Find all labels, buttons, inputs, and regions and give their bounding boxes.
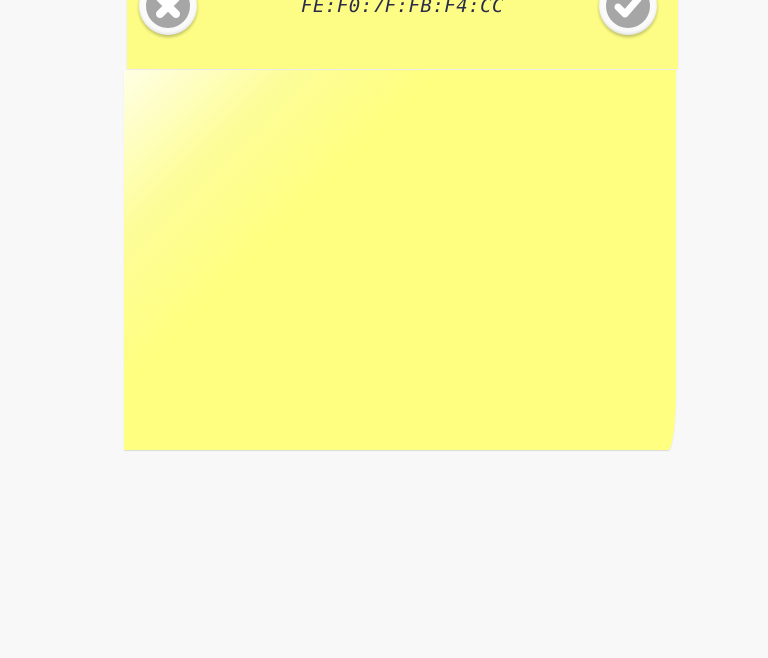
note-text-area[interactable] bbox=[124, 70, 676, 450]
note-header: FE:F0:7F:FB:F4:CC bbox=[127, 0, 678, 69]
note-title: FE:F0:7F:FB:F4:CC bbox=[301, 0, 504, 17]
note-body bbox=[124, 70, 676, 450]
sticky-note-editor: FE:F0:7F:FB:F4:CC bbox=[0, 0, 768, 658]
checkmark-icon bbox=[614, 0, 642, 18]
confirm-button[interactable] bbox=[599, 0, 657, 35]
